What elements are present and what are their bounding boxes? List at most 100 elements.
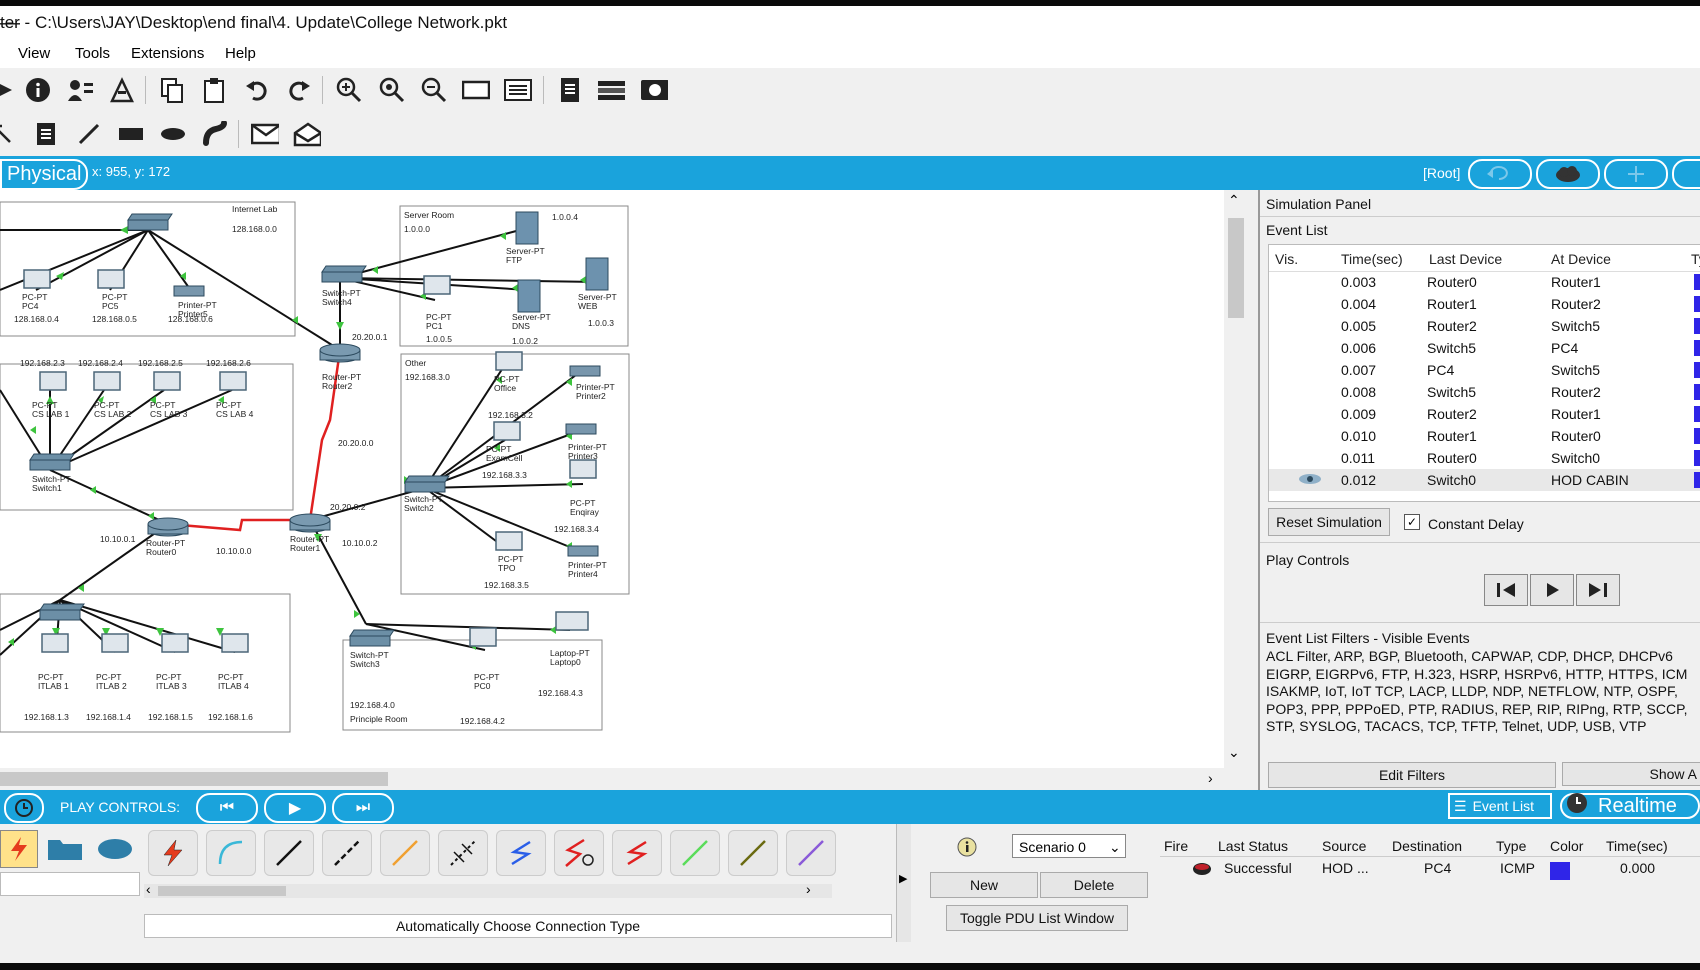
table-row[interactable]: 0.009 Router2 Router1 — [1269, 403, 1700, 425]
rectangle-tool-icon[interactable] — [117, 120, 145, 148]
auto-connection-icon[interactable] — [148, 830, 198, 876]
edit-filters-button[interactable]: Edit Filters — [1268, 762, 1556, 788]
copy-icon[interactable] — [158, 76, 186, 104]
col-at-device[interactable]: At Device — [1551, 251, 1611, 267]
zoom-in-icon[interactable] — [335, 76, 363, 104]
col-time[interactable]: Time(sec) — [1341, 251, 1403, 267]
table-row[interactable]: 0.003 Router0 Router1 — [1269, 271, 1700, 293]
cloud-icon[interactable] — [1536, 159, 1600, 189]
back-icon[interactable] — [1468, 159, 1532, 189]
table-row[interactable]: 0.006 Switch5 PC4 — [1269, 337, 1700, 359]
constant-delay-checkbox[interactable]: ✓ — [1404, 514, 1420, 530]
pdu-col-source[interactable]: Source — [1322, 838, 1366, 854]
undo-icon[interactable] — [243, 76, 271, 104]
line-tool-icon[interactable] — [75, 120, 103, 148]
pdu-col-type[interactable]: Type — [1496, 838, 1526, 854]
connections-category-icon[interactable] — [0, 830, 38, 868]
realtime-button[interactable]: Realtime — [1560, 793, 1700, 819]
simple-pdu-icon[interactable] — [251, 120, 279, 148]
workspace-vertical-scrollbar[interactable]: ⌃ ⌄ — [1224, 190, 1248, 768]
scroll-right-icon[interactable]: › — [806, 881, 811, 897]
serial-dce-icon[interactable] — [554, 830, 604, 876]
scenario-select[interactable]: Scenario 0 ⌄ — [1012, 834, 1126, 858]
viewport-icon[interactable] — [640, 76, 668, 104]
pdu-col-destination[interactable]: Destination — [1392, 838, 1462, 854]
console-cable-icon[interactable] — [206, 830, 256, 876]
scroll-right-icon[interactable]: › — [1208, 770, 1213, 786]
table-row[interactable]: 0.007 PC4 Switch5 — [1269, 359, 1700, 381]
device-search-box[interactable] — [0, 872, 140, 896]
redo-icon[interactable] — [285, 76, 313, 104]
step-back-button[interactable] — [1484, 574, 1528, 606]
fiber-icon[interactable] — [380, 830, 430, 876]
coaxial-icon[interactable] — [496, 830, 546, 876]
complex-pdu-icon[interactable] — [293, 120, 321, 148]
menu-tools[interactable]: Tools — [75, 45, 110, 62]
table-row[interactable]: 0.012 Switch0 HOD CABIN — [1269, 469, 1700, 491]
minimize-button[interactable]: — — [0, 6, 20, 40]
copper-straight-icon[interactable] — [264, 830, 314, 876]
panel-splitter[interactable]: ▶ — [896, 824, 911, 942]
toggle-pdu-list-button[interactable]: Toggle PDU List Window — [946, 905, 1128, 931]
show-all-button[interactable]: Show A — [1562, 762, 1700, 786]
scroll-thumb[interactable] — [0, 772, 388, 786]
pdu-col-time[interactable]: Time(sec) — [1606, 838, 1668, 854]
table-row[interactable]: 0.005 Router2 Switch5 — [1269, 315, 1700, 337]
zoom-out-icon[interactable] — [420, 76, 448, 104]
scroll-up-icon[interactable]: ⌃ — [1228, 192, 1240, 209]
menu-help[interactable]: Help — [225, 45, 256, 62]
copper-cross-icon[interactable] — [322, 830, 372, 876]
folder-category-icon[interactable] — [46, 836, 84, 867]
expand-icon[interactable]: ▶ — [899, 872, 907, 885]
play-button[interactable] — [1530, 574, 1574, 606]
ellipse-tool-icon[interactable] — [159, 120, 187, 148]
scroll-thumb[interactable] — [1228, 218, 1244, 318]
pdu-col-color[interactable]: Color — [1550, 838, 1583, 854]
workspace-horizontal-scrollbar[interactable]: › — [0, 768, 1248, 790]
note-tool-icon[interactable] — [32, 120, 60, 148]
usb-cable-icon[interactable] — [786, 830, 836, 876]
new-scenario-button[interactable]: New — [930, 872, 1038, 898]
connection-scrollbar[interactable]: ‹ › — [144, 881, 832, 898]
zoom-reset-icon[interactable] — [378, 76, 406, 104]
table-row[interactable]: 0.011 Router0 Switch0 — [1269, 447, 1700, 469]
pdu-col-last-status[interactable]: Last Status — [1218, 838, 1288, 854]
fire-icon[interactable] — [1192, 862, 1212, 881]
freeform-tool-icon[interactable] — [201, 120, 229, 148]
notes-icon[interactable] — [556, 76, 584, 104]
custom-device-icon[interactable] — [504, 76, 532, 104]
col-type[interactable]: Ty — [1691, 251, 1700, 267]
scroll-left-icon[interactable]: ‹ — [146, 881, 151, 897]
inspect-icon[interactable] — [108, 76, 136, 104]
pdu-col-fire[interactable]: Fire — [1164, 838, 1188, 854]
logical-workspace[interactable]: Internet Lab 128.168.0.0 Server Room 1.0… — [0, 190, 1224, 768]
octal-cable-icon[interactable] — [670, 830, 720, 876]
cluster-icon[interactable] — [597, 76, 625, 104]
select-icon[interactable] — [0, 120, 16, 148]
wan-emulation-icon[interactable] — [96, 836, 134, 867]
physical-tab[interactable]: Physical — [0, 159, 89, 190]
network-info-icon[interactable] — [66, 76, 94, 104]
move-icon[interactable] — [1604, 159, 1668, 189]
iot-cable-icon[interactable] — [728, 830, 778, 876]
step-forward-button[interactable] — [1576, 574, 1620, 606]
table-row[interactable]: 0.010 Router1 Router0 — [1269, 425, 1700, 447]
menu-extensions[interactable]: Extensions — [131, 45, 204, 62]
menu-view[interactable]: View — [18, 45, 50, 62]
bottom-step-forward-button[interactable]: ⏭ — [332, 793, 394, 823]
event-list-button[interactable]: ☰ Event List — [1448, 793, 1552, 819]
more-icon[interactable] — [1672, 159, 1700, 189]
bottom-play-button[interactable]: ▶ — [264, 793, 326, 823]
bottom-step-back-button[interactable]: ⏮ — [196, 793, 258, 823]
scroll-down-icon[interactable]: ⌄ — [1228, 744, 1240, 761]
clock-icon[interactable] — [4, 793, 44, 823]
drawing-palette-icon[interactable] — [462, 76, 490, 104]
phone-cable-icon[interactable] — [438, 830, 488, 876]
scroll-thumb[interactable] — [158, 886, 286, 896]
col-last-device[interactable]: Last Device — [1429, 251, 1502, 267]
table-row[interactable]: 0.008 Switch5 Router2 — [1269, 381, 1700, 403]
table-row[interactable]: 0.004 Router1 Router2 — [1269, 293, 1700, 315]
delete-scenario-button[interactable]: Delete — [1040, 872, 1148, 898]
paste-icon[interactable] — [200, 76, 228, 104]
serial-dte-icon[interactable] — [612, 830, 662, 876]
